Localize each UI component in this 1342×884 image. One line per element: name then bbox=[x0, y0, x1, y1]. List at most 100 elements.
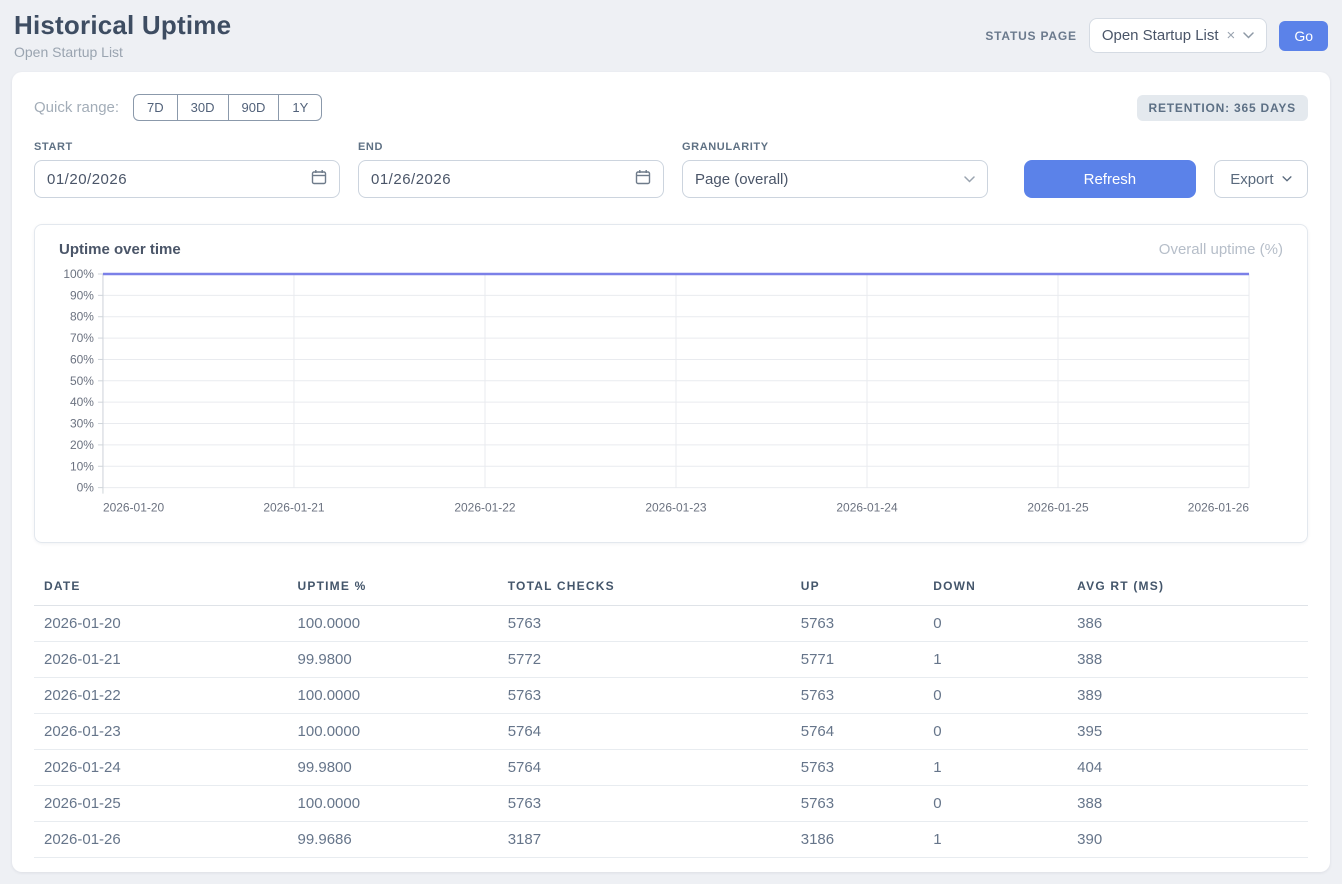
table-cell: 388 bbox=[1067, 785, 1308, 821]
quick-range-7d[interactable]: 7D bbox=[133, 94, 178, 121]
table-row: 2026-01-2699.9686318731861390 bbox=[34, 821, 1308, 857]
table-row: 2026-01-2199.9800577257711388 bbox=[34, 641, 1308, 677]
column-header: UP bbox=[791, 569, 923, 606]
table-header: DATEUPTIME %TOTAL CHECKSUPDOWNAVG RT (MS… bbox=[34, 569, 1308, 606]
status-page-label: STATUS PAGE bbox=[985, 29, 1076, 43]
refresh-button[interactable]: Refresh bbox=[1024, 160, 1196, 198]
table-cell: 1 bbox=[923, 641, 1067, 677]
clear-selection-icon[interactable]: × bbox=[1227, 28, 1236, 43]
svg-text:10%: 10% bbox=[70, 459, 94, 473]
table-body: 2026-01-20100.00005763576303862026-01-21… bbox=[34, 605, 1308, 857]
svg-text:2026-01-26: 2026-01-26 bbox=[1188, 501, 1250, 515]
export-label: Export bbox=[1230, 171, 1273, 188]
table-cell: 100.0000 bbox=[288, 785, 498, 821]
svg-text:60%: 60% bbox=[70, 352, 94, 366]
table-cell: 5771 bbox=[791, 641, 923, 677]
table-cell: 3187 bbox=[498, 821, 791, 857]
svg-text:40%: 40% bbox=[70, 395, 94, 409]
table-row: 2026-01-23100.0000576457640395 bbox=[34, 713, 1308, 749]
svg-text:70%: 70% bbox=[70, 331, 94, 345]
table-cell: 99.9800 bbox=[288, 749, 498, 785]
table-row: 2026-01-2499.9800576457631404 bbox=[34, 749, 1308, 785]
svg-text:0%: 0% bbox=[77, 481, 95, 495]
calendar-icon[interactable] bbox=[311, 169, 327, 189]
chart-legend: Overall uptime (%) bbox=[1159, 241, 1283, 258]
filters-row: START 01/20/2026 END 01/26/2026 GRANULAR… bbox=[34, 141, 1308, 198]
calendar-icon[interactable] bbox=[635, 169, 651, 189]
table-cell: 0 bbox=[923, 785, 1067, 821]
retention-badge: RETENTION: 365 DAYS bbox=[1137, 95, 1308, 121]
svg-text:2026-01-24: 2026-01-24 bbox=[836, 501, 898, 515]
table-cell: 2026-01-21 bbox=[34, 641, 288, 677]
quick-range-90d[interactable]: 90D bbox=[228, 94, 280, 121]
chevron-down-icon bbox=[964, 176, 975, 183]
table-cell: 390 bbox=[1067, 821, 1308, 857]
page-title: Historical Uptime bbox=[14, 10, 231, 41]
svg-text:100%: 100% bbox=[63, 267, 94, 281]
table-cell: 1 bbox=[923, 749, 1067, 785]
svg-text:90%: 90% bbox=[70, 288, 94, 302]
export-button[interactable]: Export bbox=[1214, 160, 1308, 198]
table-cell: 2026-01-25 bbox=[34, 785, 288, 821]
table-cell: 5763 bbox=[498, 605, 791, 641]
table-cell: 99.9686 bbox=[288, 821, 498, 857]
end-date-field: END 01/26/2026 bbox=[358, 141, 664, 198]
table-cell: 5763 bbox=[791, 785, 923, 821]
quick-range-1y[interactable]: 1Y bbox=[278, 94, 322, 121]
table-cell: 5764 bbox=[791, 713, 923, 749]
header-controls: STATUS PAGE Open Startup List × Go bbox=[985, 18, 1328, 53]
table-cell: 388 bbox=[1067, 641, 1308, 677]
table-row: 2026-01-22100.0000576357630389 bbox=[34, 677, 1308, 713]
end-label: END bbox=[358, 141, 664, 153]
table-cell: 2026-01-22 bbox=[34, 677, 288, 713]
svg-text:80%: 80% bbox=[70, 310, 94, 324]
top-header: Historical Uptime Open Startup List STAT… bbox=[0, 0, 1342, 66]
svg-text:20%: 20% bbox=[70, 438, 94, 452]
table-cell: 5763 bbox=[791, 605, 923, 641]
table-cell: 5763 bbox=[498, 677, 791, 713]
granularity-field: GRANULARITY Page (overall) bbox=[682, 141, 988, 198]
chevron-down-icon bbox=[1282, 176, 1292, 182]
title-block: Historical Uptime Open Startup List bbox=[14, 10, 231, 60]
end-date-input[interactable]: 01/26/2026 bbox=[358, 160, 664, 198]
table-cell: 100.0000 bbox=[288, 605, 498, 641]
end-date-value: 01/26/2026 bbox=[371, 171, 451, 188]
main-panel: Quick range: 7D30D90D1Y RETENTION: 365 D… bbox=[12, 72, 1330, 872]
granularity-select[interactable]: Page (overall) bbox=[682, 160, 988, 198]
svg-text:2026-01-25: 2026-01-25 bbox=[1027, 501, 1089, 515]
table-cell: 5764 bbox=[498, 749, 791, 785]
table-cell: 2026-01-20 bbox=[34, 605, 288, 641]
start-date-field: START 01/20/2026 bbox=[34, 141, 340, 198]
table-cell: 404 bbox=[1067, 749, 1308, 785]
status-page-value: Open Startup List bbox=[1102, 27, 1219, 44]
table-cell: 5763 bbox=[791, 677, 923, 713]
table-cell: 0 bbox=[923, 605, 1067, 641]
table-cell: 99.9800 bbox=[288, 641, 498, 677]
column-header: UPTIME % bbox=[288, 569, 498, 606]
table-cell: 395 bbox=[1067, 713, 1308, 749]
quick-range-30d[interactable]: 30D bbox=[177, 94, 229, 121]
go-button[interactable]: Go bbox=[1279, 21, 1328, 51]
svg-text:2026-01-22: 2026-01-22 bbox=[454, 501, 516, 515]
table-row: 2026-01-25100.0000576357630388 bbox=[34, 785, 1308, 821]
table-cell: 0 bbox=[923, 713, 1067, 749]
column-header: DOWN bbox=[923, 569, 1067, 606]
table-row: 2026-01-20100.0000576357630386 bbox=[34, 605, 1308, 641]
svg-text:30%: 30% bbox=[70, 417, 94, 431]
chart-title: Uptime over time bbox=[59, 241, 181, 258]
svg-text:2026-01-23: 2026-01-23 bbox=[645, 501, 707, 515]
table-cell: 3186 bbox=[791, 821, 923, 857]
table-cell: 100.0000 bbox=[288, 677, 498, 713]
column-header: DATE bbox=[34, 569, 288, 606]
quick-range-row: Quick range: 7D30D90D1Y RETENTION: 365 D… bbox=[34, 94, 1308, 121]
page-subtitle: Open Startup List bbox=[14, 44, 231, 60]
status-page-select[interactable]: Open Startup List × bbox=[1089, 18, 1268, 53]
start-date-input[interactable]: 01/20/2026 bbox=[34, 160, 340, 198]
table-cell: 2026-01-26 bbox=[34, 821, 288, 857]
svg-text:2026-01-21: 2026-01-21 bbox=[263, 501, 325, 515]
svg-text:50%: 50% bbox=[70, 374, 94, 388]
table-cell: 2026-01-24 bbox=[34, 749, 288, 785]
table-cell: 5763 bbox=[498, 785, 791, 821]
table-cell: 1 bbox=[923, 821, 1067, 857]
granularity-value: Page (overall) bbox=[695, 171, 788, 188]
